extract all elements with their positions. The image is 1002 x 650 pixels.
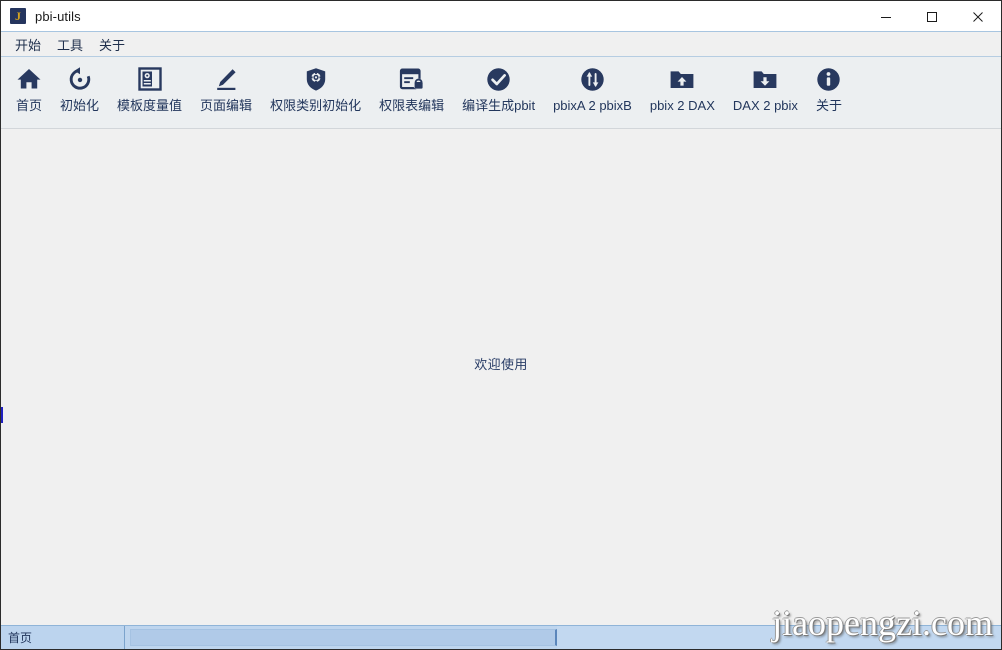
toolbar-label-page-edit: 页面编辑 (200, 98, 253, 113)
left-edge-artifact (1, 407, 3, 423)
status-bar-progress (130, 629, 557, 646)
template-measure-panel-icon (137, 66, 162, 92)
application-window: pbi-utils 开始 工具 关于 (0, 0, 1002, 650)
menu-bar: 开始 工具 关于 (1, 32, 1001, 57)
toolbar-button-pbixa-2-pbixb[interactable]: pbixA 2 pbixB (544, 61, 641, 116)
window-controls (863, 1, 1001, 32)
table-lock-icon (399, 66, 425, 92)
toolbar-label-permission-table-edit: 权限表编辑 (379, 98, 445, 113)
toolbar-label-home: 首页 (16, 98, 43, 113)
folder-download-icon (752, 66, 778, 92)
status-bar-page-cell: 首页 (1, 626, 125, 649)
pencil-edit-icon (214, 66, 238, 92)
reset-circular-arrow-icon (67, 66, 93, 92)
status-bar-page-label: 首页 (8, 631, 33, 645)
shield-gear-icon (305, 66, 327, 92)
toolbar-button-pbix-2-dax[interactable]: pbix 2 DAX (641, 61, 724, 116)
info-circle-icon (816, 66, 841, 92)
toolbar-button-permission-category-init[interactable]: 权限类别初始化 (261, 61, 370, 116)
toolbar-label-about: 关于 (815, 98, 842, 113)
toolbar-label-initialize: 初始化 (60, 98, 100, 113)
toolbar-button-permission-table-edit[interactable]: 权限表编辑 (370, 61, 453, 116)
toolbar-button-home[interactable]: 首页 (7, 61, 51, 116)
toolbar-label-dax-2-pbix: DAX 2 pbix (732, 98, 798, 113)
toolbar-label-compile-pbit: 编译生成pbit (462, 98, 536, 113)
minimize-button[interactable] (863, 1, 909, 32)
toolbar-label-pbix-2-dax: pbix 2 DAX (649, 98, 715, 113)
status-bar: 首页 (1, 625, 1001, 649)
transfer-arrows-circle-icon (580, 66, 605, 92)
toolbar-button-template-measure[interactable]: 模板度量值 (108, 61, 191, 116)
toolbar-button-dax-2-pbix[interactable]: DAX 2 pbix (724, 61, 807, 116)
folder-upload-icon (669, 66, 695, 92)
toolbar-button-compile-pbit[interactable]: 编译生成pbit (453, 61, 544, 116)
toolbar-button-about[interactable]: 关于 (807, 61, 851, 116)
window-title: pbi-utils (35, 8, 81, 24)
toolbar-label-permission-category-init: 权限类别初始化 (270, 98, 362, 113)
title-bar: pbi-utils (1, 1, 1001, 32)
toolbar-label-template-measure: 模板度量值 (117, 98, 183, 113)
toolbar: 首页 初始化 模板度量值 页面编辑 权限类别初始化 权限表编辑 编译生成pbit… (1, 57, 1001, 129)
app-icon (10, 8, 26, 24)
status-bar-filler (557, 626, 1001, 649)
close-button[interactable] (955, 1, 1001, 32)
minimize-icon (881, 16, 891, 18)
close-icon (973, 11, 983, 22)
maximize-icon (927, 11, 937, 22)
main-content-area: 欢迎使用 (1, 129, 1001, 625)
menu-item-about[interactable]: 关于 (91, 33, 133, 56)
menu-item-start[interactable]: 开始 (7, 33, 49, 56)
toolbar-label-pbixa-2-pbixb: pbixA 2 pbixB (553, 98, 632, 113)
toolbar-button-page-edit[interactable]: 页面编辑 (191, 61, 261, 116)
maximize-button[interactable] (909, 1, 955, 32)
check-circle-icon (486, 66, 511, 92)
toolbar-button-initialize[interactable]: 初始化 (51, 61, 108, 116)
welcome-message: 欢迎使用 (474, 356, 528, 372)
menu-item-tools[interactable]: 工具 (49, 33, 91, 56)
home-icon (16, 66, 42, 92)
status-bar-progress-container (125, 626, 557, 649)
